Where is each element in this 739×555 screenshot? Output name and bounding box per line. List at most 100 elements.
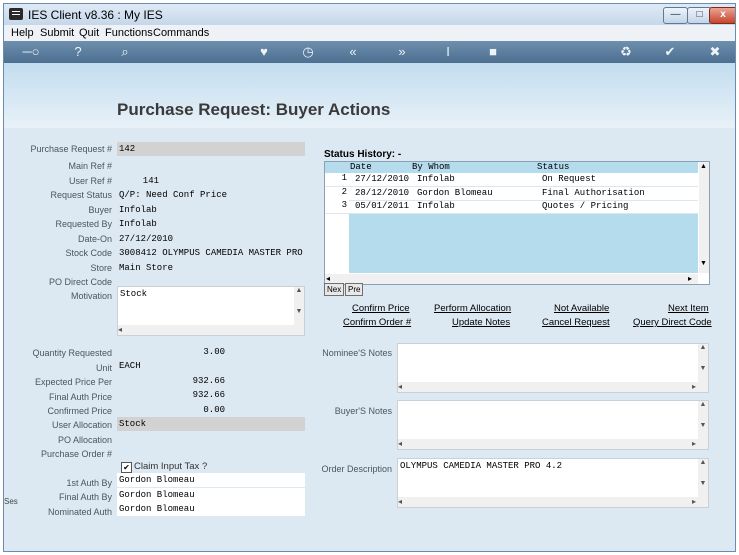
nominated-auth-field[interactable]: Gordon Blomeau bbox=[117, 502, 305, 516]
confirmed-price-field[interactable]: 0.00 bbox=[117, 403, 229, 417]
motivation-memo[interactable]: Stock ▲ ▼ ◂ bbox=[117, 286, 305, 336]
label-1st-auth: 1st Auth By bbox=[66, 478, 112, 488]
col-by-whom[interactable]: By Whom bbox=[412, 162, 450, 172]
prev-button[interactable]: Pre bbox=[345, 283, 364, 296]
menu-help[interactable]: Help bbox=[11, 27, 34, 39]
label-date-on: Date-On bbox=[77, 234, 112, 244]
status-history-grid: Date By Whom Status 1 27/12/2010 Infolab… bbox=[324, 161, 710, 285]
square-icon[interactable]: ■ bbox=[483, 43, 503, 61]
label-buyer: Buyer bbox=[88, 205, 112, 215]
label-confirmed-price: Confirmed Price bbox=[47, 406, 112, 416]
confirm-price-link[interactable]: Confirm Price bbox=[352, 303, 410, 314]
expected-price-field[interactable]: 932.66 bbox=[117, 374, 229, 388]
cancel-request-link[interactable]: Cancel Request bbox=[542, 317, 610, 328]
user-allocation-field[interactable]: Stock bbox=[117, 417, 305, 431]
status-history-title: Status History: - bbox=[324, 149, 402, 160]
nominee-hscroll[interactable]: ◂ ▸ bbox=[398, 382, 698, 392]
row-number: 2 bbox=[325, 187, 349, 200]
label-store: Store bbox=[90, 263, 112, 273]
date-on-field[interactable]: 27/12/2010 bbox=[117, 232, 305, 246]
main-ref-field[interactable] bbox=[117, 159, 305, 173]
scroll-left-icon[interactable]: ◂ bbox=[326, 274, 330, 283]
unit-field[interactable]: EACH bbox=[117, 359, 225, 373]
forward-icon[interactable]: » bbox=[392, 43, 412, 61]
text-cursor-icon[interactable]: I bbox=[438, 43, 458, 61]
table-row[interactable]: 3 05/01/2011 Infolab Quotes / Pricing bbox=[325, 200, 698, 214]
order-vscroll[interactable]: ▲ ▼ bbox=[698, 459, 708, 507]
label-unit: Unit bbox=[95, 363, 112, 373]
scroll-up-icon[interactable]: ▲ bbox=[700, 163, 707, 170]
menu-functions[interactable]: Functions bbox=[105, 27, 153, 39]
label-purchase-order: Purchase Order # bbox=[40, 449, 112, 459]
buyer-notes-memo[interactable]: ▲ ▼ ◂ ▸ bbox=[397, 400, 709, 450]
order-description-memo[interactable]: OLYMPUS CAMEDIA MASTER PRO 4.2 ▲ ▼ ◂ ▸ bbox=[397, 458, 709, 508]
label-expected-price: Expected Price Per bbox=[34, 377, 112, 387]
store-field[interactable]: Main Store bbox=[117, 261, 305, 275]
buyer-vscroll[interactable]: ▲ ▼ bbox=[698, 401, 708, 449]
next-item-link[interactable]: Next Item bbox=[668, 303, 709, 314]
scroll-down-icon[interactable]: ▼ bbox=[700, 260, 707, 267]
final-auth-price-field: 932.66 bbox=[117, 388, 229, 402]
close-window-button[interactable]: x bbox=[709, 7, 735, 24]
col-status[interactable]: Status bbox=[537, 162, 569, 172]
order-hscroll[interactable]: ◂ ▸ bbox=[398, 497, 698, 507]
heart-icon[interactable]: ♥ bbox=[254, 43, 274, 61]
motivation-vscroll[interactable]: ▲ ▼ bbox=[294, 287, 304, 335]
recycle-icon[interactable]: ♻ bbox=[616, 43, 636, 61]
purchase-request-field[interactable]: 142 bbox=[117, 142, 305, 156]
nominee-vscroll[interactable]: ▲ ▼ bbox=[698, 344, 708, 392]
purchase-order-field[interactable] bbox=[117, 446, 305, 460]
rewind-icon[interactable]: « bbox=[343, 43, 363, 61]
key-icon[interactable]: ─○ bbox=[17, 43, 45, 61]
check-icon[interactable]: ✔ bbox=[660, 43, 680, 61]
label-user-ref: User Ref # bbox=[68, 176, 112, 186]
po-allocation-field[interactable] bbox=[117, 432, 305, 446]
update-notes-link[interactable]: Update Notes bbox=[452, 317, 510, 328]
label-stock-code: Stock Code bbox=[65, 248, 112, 258]
row-by: Infolab bbox=[417, 201, 455, 211]
confirm-order-link[interactable]: Confirm Order # bbox=[343, 317, 411, 328]
label-buyer-notes: Buyer'S Notes bbox=[334, 406, 392, 416]
buyer-field[interactable]: Infolab bbox=[117, 203, 305, 217]
col-date[interactable]: Date bbox=[350, 162, 372, 172]
row-date: 28/12/2010 bbox=[355, 188, 410, 198]
claim-tax-checkbox[interactable]: ✔ bbox=[121, 462, 132, 473]
nominee-notes-memo[interactable]: ▲ ▼ ◂ ▸ bbox=[397, 343, 709, 393]
final-auth-field[interactable]: Gordon Blomeau bbox=[117, 488, 305, 502]
label-nominated-auth: Nominated Auth bbox=[47, 507, 112, 517]
table-row[interactable]: 2 28/12/2010 Gordon Blomeau Final Author… bbox=[325, 187, 698, 201]
user-ref-field[interactable]: 141 bbox=[117, 174, 163, 188]
next-button[interactable]: Nex bbox=[324, 283, 345, 296]
stock-code-field[interactable]: 3008412 OLYMPUS CAMEDIA MASTER PRO 4. bbox=[117, 246, 305, 260]
motivation-hscroll[interactable]: ◂ bbox=[118, 325, 294, 335]
label-nominee-notes: Nominee'S Notes bbox=[322, 348, 392, 358]
minimize-button[interactable]: — bbox=[663, 7, 688, 24]
close-icon[interactable]: ✖ bbox=[705, 43, 725, 61]
title-bar: IES Client v8.36 : My IES — □ x bbox=[4, 4, 735, 25]
row-date: 27/12/2010 bbox=[355, 174, 410, 184]
clock-icon[interactable]: ◷ bbox=[298, 43, 318, 61]
grid-vscroll[interactable]: ▲ ▼ bbox=[699, 162, 709, 273]
buyer-hscroll[interactable]: ◂ ▸ bbox=[398, 439, 698, 449]
toolbar: ─○ ? ⌕ ♥ ◷ « » I ■ ♻ ✔ ✖ bbox=[4, 41, 735, 63]
row-by: Gordon Blomeau bbox=[417, 188, 493, 198]
scroll-right-icon[interactable]: ▸ bbox=[688, 274, 692, 283]
label-purchase-request: Purchase Request # bbox=[30, 144, 112, 154]
query-direct-code-link[interactable]: Query Direct Code bbox=[633, 317, 712, 328]
menu-commands[interactable]: Commands bbox=[153, 27, 209, 39]
table-row[interactable]: 1 27/12/2010 Infolab On Request bbox=[325, 173, 698, 187]
label-po-allocation: PO Allocation bbox=[57, 435, 112, 445]
not-available-link[interactable]: Not Available bbox=[554, 303, 609, 314]
menu-submit[interactable]: Submit bbox=[40, 27, 74, 39]
label-main-ref: Main Ref # bbox=[68, 161, 112, 171]
quantity-requested-field[interactable]: 3.00 bbox=[117, 345, 229, 359]
perform-allocation-link[interactable]: Perform Allocation bbox=[434, 303, 511, 314]
search-icon[interactable]: ⌕ bbox=[115, 43, 135, 61]
1st-auth-field[interactable]: Gordon Blomeau bbox=[117, 473, 305, 487]
menu-quit[interactable]: Quit bbox=[79, 27, 99, 39]
row-by: Infolab bbox=[417, 174, 455, 184]
requested-by-field[interactable]: Infolab bbox=[117, 217, 305, 231]
row-number: 1 bbox=[325, 173, 349, 186]
help-icon[interactable]: ? bbox=[68, 43, 88, 61]
grid-hscroll[interactable]: ◂ ▸ bbox=[325, 274, 698, 284]
